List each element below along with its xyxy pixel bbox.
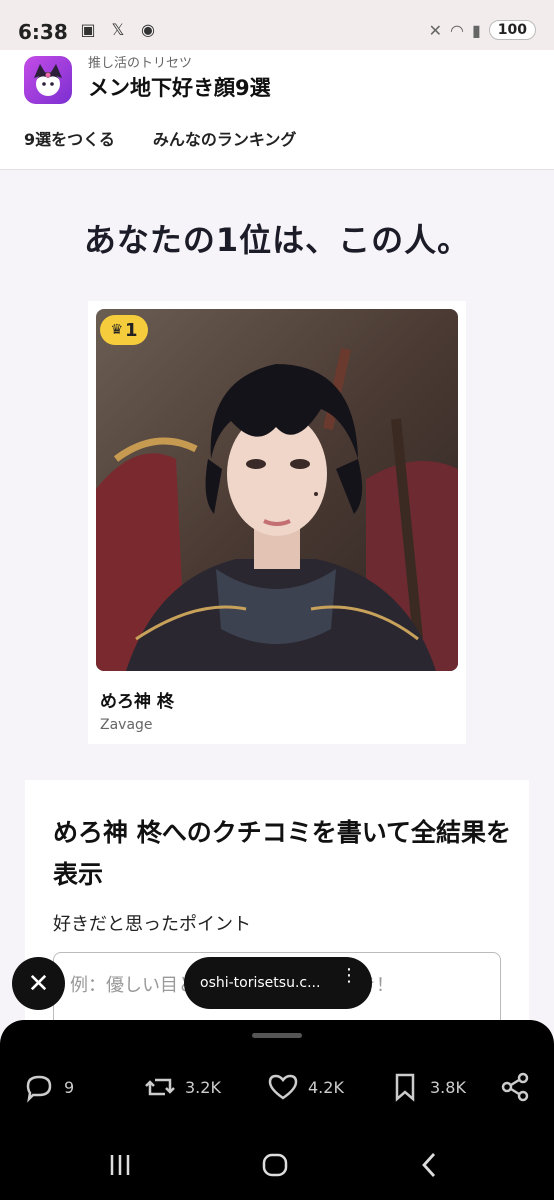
bookmark-icon	[395, 1073, 415, 1102]
heart-icon	[268, 1074, 298, 1100]
person-photo: ♛ 1	[96, 309, 458, 671]
review-title: めろ神 柊へのクチコミを書いて全結果を表示	[53, 818, 511, 889]
like-button[interactable]: 4.2K	[266, 1070, 344, 1104]
sheet-handle[interactable]	[252, 1033, 302, 1038]
retweet-button[interactable]: 3.2K	[143, 1070, 221, 1104]
bookmark-button[interactable]: 3.8K	[388, 1070, 466, 1104]
like-count: 4.2K	[308, 1077, 344, 1097]
nav-create-link[interactable]: 9選をつくる	[24, 126, 115, 150]
close-icon: ✕	[27, 968, 50, 999]
x-icon: 𝕏	[111, 20, 125, 39]
home-button[interactable]	[255, 1148, 295, 1182]
site-nav: 9選をつくる みんなのランキング	[24, 126, 296, 150]
reply-count: 9	[64, 1077, 75, 1097]
close-button[interactable]: ✕	[12, 957, 65, 1010]
person-group: Zavage	[100, 717, 153, 733]
nav-ranking-link[interactable]: みんなのランキング	[153, 126, 297, 150]
url-bar[interactable]: oshi-torisetsu.c... ⋮	[184, 957, 372, 1009]
screenshot-icon: ▣	[80, 20, 96, 39]
back-icon	[422, 1153, 436, 1177]
bookmark-count: 3.8K	[430, 1077, 466, 1097]
mute-icon: ✕	[428, 20, 442, 40]
site-logo[interactable]	[24, 56, 72, 104]
share-icon	[501, 1072, 529, 1102]
status-time: 6:38	[18, 20, 68, 44]
more-options-icon[interactable]: ⋮	[340, 967, 358, 985]
system-navigation	[0, 1148, 554, 1182]
reply-button[interactable]: 9	[22, 1070, 74, 1104]
home-icon	[262, 1153, 288, 1177]
retweet-count: 3.2K	[185, 1077, 221, 1097]
recent-apps-button[interactable]	[100, 1148, 140, 1182]
notification-icons: ▣ 𝕏 ◉	[78, 20, 158, 40]
chat-icon: ◉	[141, 20, 155, 39]
retweet-icon	[145, 1078, 175, 1096]
bottom-sheet: 9 3.2K 4.2K 3.8K	[0, 1020, 554, 1200]
rank-number: 1	[125, 319, 138, 341]
page-title: メン地下好き顔9選	[88, 76, 271, 100]
share-button[interactable]	[498, 1070, 532, 1104]
battery-indicator: 100	[488, 20, 536, 40]
site-subtitle: 推し活のトリセツ	[88, 56, 193, 71]
rank-badge: ♛ 1	[100, 315, 148, 345]
reply-icon	[26, 1075, 52, 1103]
recent-apps-icon	[110, 1155, 130, 1175]
result-headline: あなたの1位は、この人。	[83, 221, 471, 259]
wifi-icon: ◠	[449, 20, 464, 40]
crown-icon: ♛	[110, 322, 124, 338]
url-text: oshi-torisetsu.c...	[200, 975, 321, 991]
back-button[interactable]	[410, 1148, 450, 1182]
person-name: めろ神 柊	[100, 692, 174, 712]
system-icons: ✕ ◠ ▮ 100	[429, 20, 536, 40]
signal-icon: ▮	[471, 20, 481, 40]
review-field-label: 好きだと思ったポイント	[53, 914, 251, 935]
result-card: ♛ 1 めろ神 柊 Zavage	[88, 301, 466, 744]
tweet-actions: 9 3.2K 4.2K 3.8K	[0, 1070, 554, 1110]
site-header: 推し活のトリセツ メン地下好き顔9選 9選をつくる みんなのランキング	[0, 50, 554, 170]
